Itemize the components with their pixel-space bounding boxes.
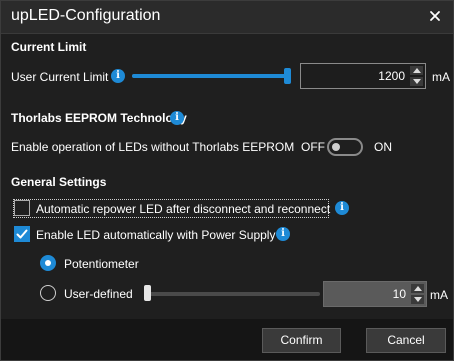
chevron-up-icon[interactable] [411, 284, 424, 293]
user-defined-unit: mA [430, 288, 448, 302]
radio-dot [45, 260, 51, 266]
configuration-window: upLED-Configuration Current Limit User C… [0, 0, 454, 361]
current-limit-heading: Current Limit [11, 40, 87, 54]
general-settings-heading: General Settings [11, 175, 107, 189]
close-icon[interactable] [427, 8, 443, 24]
auto-repower-label[interactable]: Automatic repower LED after disconnect a… [36, 202, 330, 216]
chevron-down-icon[interactable] [410, 77, 423, 86]
user-defined-label[interactable]: User-defined [64, 287, 133, 301]
user-defined-value[interactable]: 10 [393, 287, 406, 301]
toggle-off-label: OFF [301, 140, 325, 154]
title-bar: upLED-Configuration [1, 1, 453, 34]
potentiometer-radio[interactable] [40, 255, 56, 271]
current-limit-slider-fill [132, 74, 289, 78]
toggle-on-label: ON [374, 140, 392, 154]
current-limit-unit: mA [432, 70, 450, 84]
info-icon[interactable]: i [276, 227, 290, 241]
info-icon[interactable]: i [335, 201, 349, 215]
eeprom-toggle-switch[interactable] [327, 138, 363, 156]
eeprom-heading: Thorlabs EEPROM Technology [11, 111, 187, 125]
user-defined-spinbox[interactable]: 10 [323, 281, 427, 307]
confirm-button[interactable]: Confirm [262, 328, 341, 353]
chevron-down-icon[interactable] [411, 295, 424, 304]
user-defined-slider-thumb[interactable] [144, 285, 151, 301]
potentiometer-label[interactable]: Potentiometer [64, 257, 139, 271]
user-current-limit-label: User Current Limit [11, 70, 109, 84]
current-limit-slider-thumb[interactable] [284, 68, 291, 84]
current-limit-spinbox[interactable]: 1200 [300, 63, 426, 89]
user-defined-radio[interactable] [40, 285, 56, 301]
cancel-button[interactable]: Cancel [366, 328, 446, 353]
window-title: upLED-Configuration [11, 7, 161, 24]
user-defined-slider-track[interactable] [144, 292, 320, 296]
toggle-knob [332, 143, 340, 151]
info-icon[interactable]: i [111, 69, 125, 83]
eeprom-toggle-label: Enable operation of LEDs without Thorlab… [11, 140, 295, 154]
chevron-up-icon[interactable] [410, 66, 423, 75]
current-limit-value[interactable]: 1200 [378, 69, 405, 83]
auto-repower-checkbox[interactable] [14, 200, 30, 216]
info-icon[interactable]: i [170, 111, 184, 125]
checkmark-icon [16, 229, 28, 239]
dialog-footer: Confirm Cancel [1, 319, 453, 360]
enable-with-supply-label[interactable]: Enable LED automatically with Power Supp… [36, 228, 275, 242]
enable-with-supply-checkbox[interactable] [14, 226, 30, 242]
